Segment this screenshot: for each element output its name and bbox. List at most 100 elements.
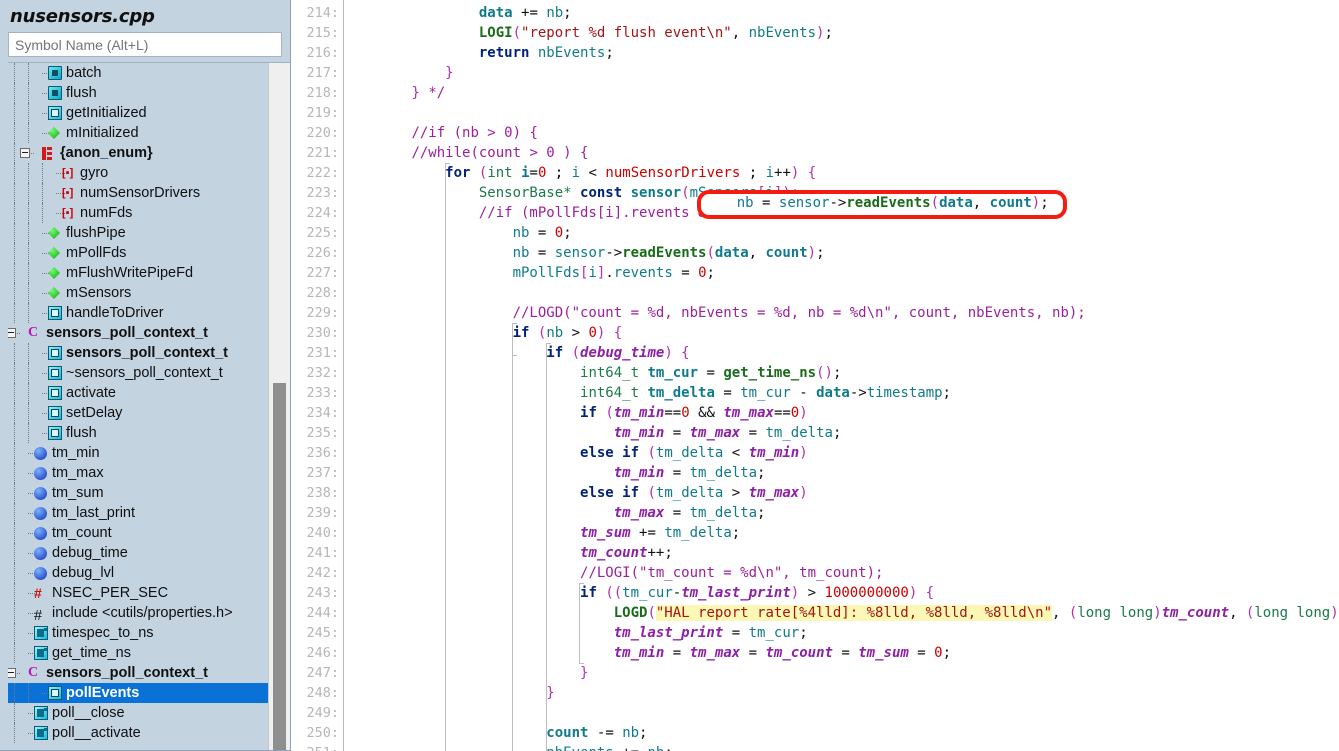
tree-item-tm_sum[interactable]: tm_sum (8, 483, 268, 503)
tree-guide-line (14, 523, 16, 543)
code-line[interactable]: tm_max = tm_delta; (344, 503, 766, 523)
code-content[interactable]: data += nb; LOGI("report %d flush event\… (344, 0, 1339, 751)
code-line[interactable]: LOGI("report %d flush event\n", nbEvents… (344, 23, 833, 43)
code-line[interactable]: if (nb > 0) { (344, 323, 623, 343)
tree-item-mpollfds[interactable]: mPollFds (8, 243, 268, 263)
tree-item-pollevents[interactable]: pollEvents (8, 683, 268, 703)
code-line[interactable]: nbEvents += nb; (344, 743, 672, 751)
code-line[interactable]: count -= nb; (344, 723, 647, 743)
code-line[interactable]: } (344, 663, 588, 683)
tree-item-debug_time[interactable]: debug_time (8, 543, 268, 563)
code-line[interactable]: mPollFds[i].revents = 0; (344, 263, 715, 283)
tree-item-batch[interactable]: batch (8, 63, 268, 83)
variable-icon (34, 447, 47, 460)
code-line[interactable]: //if (nb > 0) { (344, 123, 537, 143)
code-line[interactable]: return nbEvents; (344, 43, 614, 63)
tree-item-debug_lvl[interactable]: debug_lvl (8, 563, 268, 583)
tree-item-activate[interactable]: activate (8, 383, 268, 403)
code-line[interactable]: //while(count > 0 ) { (344, 143, 588, 163)
code-token: "report %d flush event\n" (521, 25, 732, 41)
code-line[interactable]: } */ (344, 83, 445, 103)
line-number: 243: (306, 585, 339, 601)
tree-item-sensors_poll_context_t[interactable]: sensors_poll_context_t (8, 343, 268, 363)
code-token: tm_count (765, 645, 833, 661)
code-editor[interactable]: 214: 215: 216: 217: 218: 219: 220: 221: 222: 223:… (291, 0, 1339, 751)
code-line[interactable]: if ((tm_cur-tm_last_print) > 1000000000)… (344, 583, 934, 603)
tree-item-getinitialized[interactable]: getInitialized (8, 103, 268, 123)
code-line[interactable]: if (debug_time) { (344, 343, 689, 363)
field-icon (48, 247, 60, 259)
tree-item-tm_count[interactable]: tm_count (8, 523, 268, 543)
code-token: ) (790, 585, 800, 601)
code-line[interactable]: } (344, 683, 554, 703)
line-number: 224: (306, 205, 339, 221)
code-line[interactable]: tm_min = tm_delta; (344, 463, 766, 483)
tree-item-numfds[interactable]: [▪] numFds (8, 203, 268, 223)
tree-item-flushpipe[interactable]: flushPipe (8, 223, 268, 243)
tree-item-poll__close[interactable]: poll__close (8, 703, 268, 723)
tree-item-sensors_poll_context_t[interactable]: Csensors_poll_context_t (8, 323, 268, 343)
tree-item-nsec_per_sec[interactable]: # NSEC_PER_SEC (8, 583, 268, 603)
tree-item-tm_last_print[interactable]: tm_last_print (8, 503, 268, 523)
expander-minus-icon[interactable] (8, 328, 16, 338)
tree-item-msensors[interactable]: mSensors (8, 283, 268, 303)
tree-item-flush[interactable]: flush (8, 83, 268, 103)
code-token: nb (622, 725, 640, 741)
code-line[interactable]: if (tm_min==0 && tm_max==0) (344, 403, 808, 423)
code-line[interactable]: //LOGI("tm_count = %d\n", tm_count); (344, 563, 883, 583)
tree-item-mflushwritepipefd[interactable]: mFlushWritePipeFd (8, 263, 268, 283)
tree-item-label: include <cutils/properties.h> (52, 605, 233, 621)
vertical-scrollbar[interactable] (268, 63, 290, 750)
search-input[interactable] (8, 32, 282, 57)
scrollbar-thumb[interactable] (273, 383, 286, 750)
tree-item-poll__activate[interactable]: poll__activate (8, 723, 268, 743)
variable-icon (34, 507, 47, 520)
expander-minus-icon[interactable] (8, 668, 16, 678)
code-token: 0 (698, 265, 707, 281)
code-token: tm_min (613, 645, 665, 661)
symbol-tree-container: batch flush getInitialized mInitialized {ano… (8, 62, 290, 750)
tree-item-setdelay[interactable]: setDelay (8, 403, 268, 423)
code-line[interactable]: tm_last_print = tm_cur; (344, 623, 808, 643)
code-line[interactable]: tm_sum += tm_delta; (344, 523, 740, 543)
line-number: 214: (306, 5, 339, 21)
code-line[interactable]: nb = sensor->readEvents(data, count); (344, 243, 825, 263)
code-line[interactable]: for (int i=0 ; i < numSensorDrivers ; i+… (344, 163, 816, 183)
tree-item-handletodriver[interactable]: handleToDriver (8, 303, 268, 323)
code-line[interactable]: LOGD("HAL report rate[%4lld]: %8lld, %8l… (344, 603, 1339, 623)
code-line[interactable]: else if (tm_delta > tm_max) (344, 483, 808, 503)
tree-item--sensors_poll_context_t[interactable]: ~sensors_poll_context_t (8, 363, 268, 383)
tree-item--anon_enum-[interactable]: {anon_enum} (8, 143, 268, 163)
tree-item-get_time_ns[interactable]: get_time_ns (8, 643, 268, 663)
code-line[interactable]: data += nb; (344, 3, 572, 23)
tree-item-include-cutils-properties-h-[interactable]: # include <cutils/properties.h> (8, 603, 268, 624)
code-line[interactable]: tm_min = tm_max = tm_delta; (344, 423, 842, 443)
symbol-tree[interactable]: batch flush getInitialized mInitialized {ano… (8, 63, 268, 750)
tree-item-flush[interactable]: flush (8, 423, 268, 443)
tree-item-sensors_poll_context_t[interactable]: Csensors_poll_context_t (8, 663, 268, 683)
code-line[interactable]: int64_t tm_cur = get_time_ns(); (344, 363, 841, 383)
tree-item-tm_min[interactable]: tm_min (8, 443, 268, 463)
tree-item-numsensordrivers[interactable]: [▪] numSensorDrivers (8, 183, 268, 203)
code-line[interactable]: nb = 0; (344, 223, 572, 243)
tree-item-gyro[interactable]: [▪] gyro (8, 163, 268, 183)
code-line[interactable]: } (344, 63, 453, 83)
expander-minus-icon[interactable] (20, 148, 30, 158)
code-line[interactable]: tm_min = tm_max = tm_count = tm_sum = 0; (344, 643, 951, 663)
code-line[interactable]: int64_t tm_delta = tm_cur - data->timest… (344, 383, 951, 403)
tree-item-timespec_to_ns[interactable]: timespec_to_ns (8, 623, 268, 643)
code-token: ( (571, 345, 581, 361)
tree-item-minitialized[interactable]: mInitialized (8, 123, 268, 143)
code-line[interactable]: //LOGD("count = %d, nbEvents = %d, nb = … (344, 303, 1086, 323)
tree-guide-line (14, 403, 16, 423)
tree-guide-line (14, 723, 16, 743)
code-line[interactable]: else if (tm_delta < tm_min) (344, 443, 808, 463)
tree-item-tm_max[interactable]: tm_max (8, 463, 268, 483)
code-line[interactable]: tm_count++; (344, 543, 673, 563)
